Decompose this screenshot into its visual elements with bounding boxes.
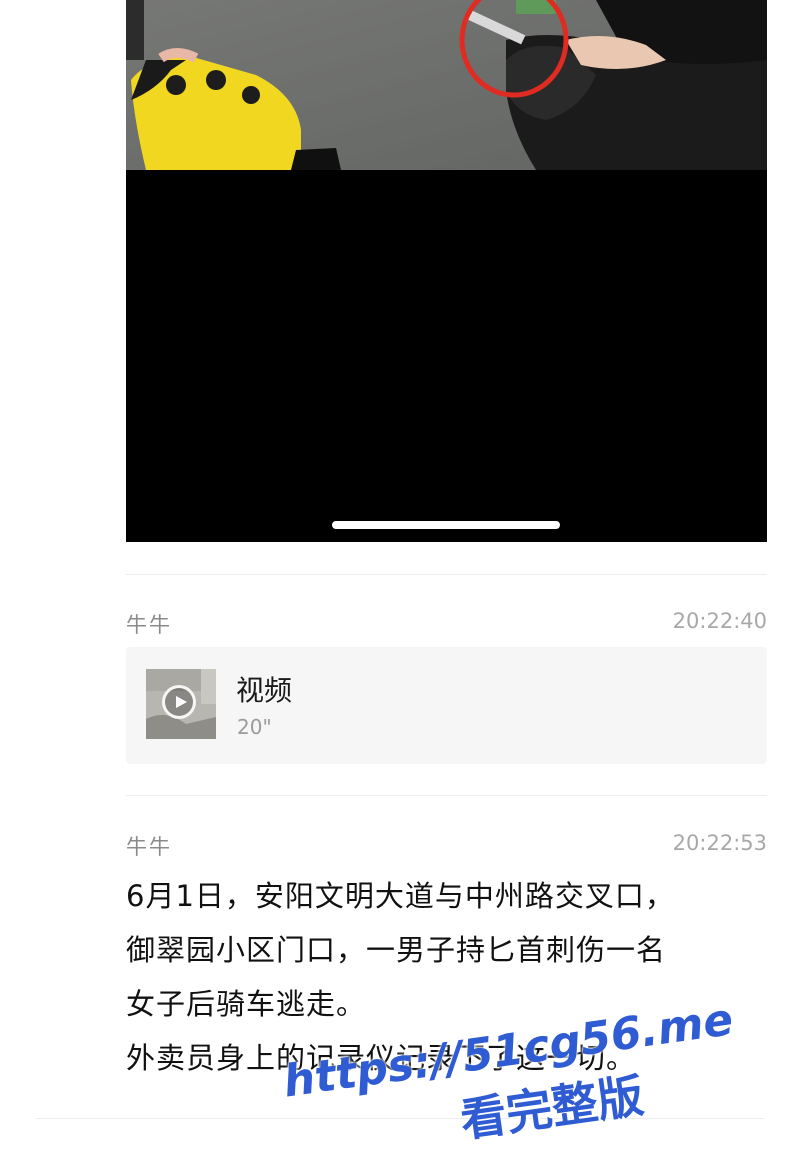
video-message-card[interactable]: 视频 20" xyxy=(126,647,767,764)
divider xyxy=(36,1118,764,1119)
video-duration: 20" xyxy=(237,715,272,739)
message-line: 6月1日，安阳文明大道与中州路交叉口， xyxy=(126,879,675,913)
page: 牛牛 20:22:40 视频 20" 牛牛 20:22:53 6月1日，安阳文明… xyxy=(0,0,800,1171)
play-icon[interactable] xyxy=(162,685,196,719)
message-time: 20:22:40 xyxy=(672,609,767,633)
video-player[interactable] xyxy=(126,0,767,542)
sender-name: 牛牛 xyxy=(126,835,172,859)
message-time: 20:22:53 xyxy=(672,831,767,855)
divider xyxy=(126,795,767,796)
message-line: 御翠园小区门口，一男子持匕首刺伤一名 xyxy=(126,933,667,967)
video-title: 视频 xyxy=(236,674,293,707)
home-indicator[interactable] xyxy=(332,521,560,529)
sender-name: 牛牛 xyxy=(126,613,172,637)
message-line: 女子后骑车逃走。 xyxy=(126,987,367,1021)
message-text: 6月1日，安阳文明大道与中州路交叉口， 御翠园小区门口，一男子持匕首刺伤一名 女… xyxy=(126,869,786,1085)
video-still-image xyxy=(126,0,767,170)
message-line: 外卖员身上的记录仪记录下了这一切。 xyxy=(126,1041,637,1075)
divider xyxy=(126,574,767,575)
video-thumbnail[interactable] xyxy=(146,669,216,739)
